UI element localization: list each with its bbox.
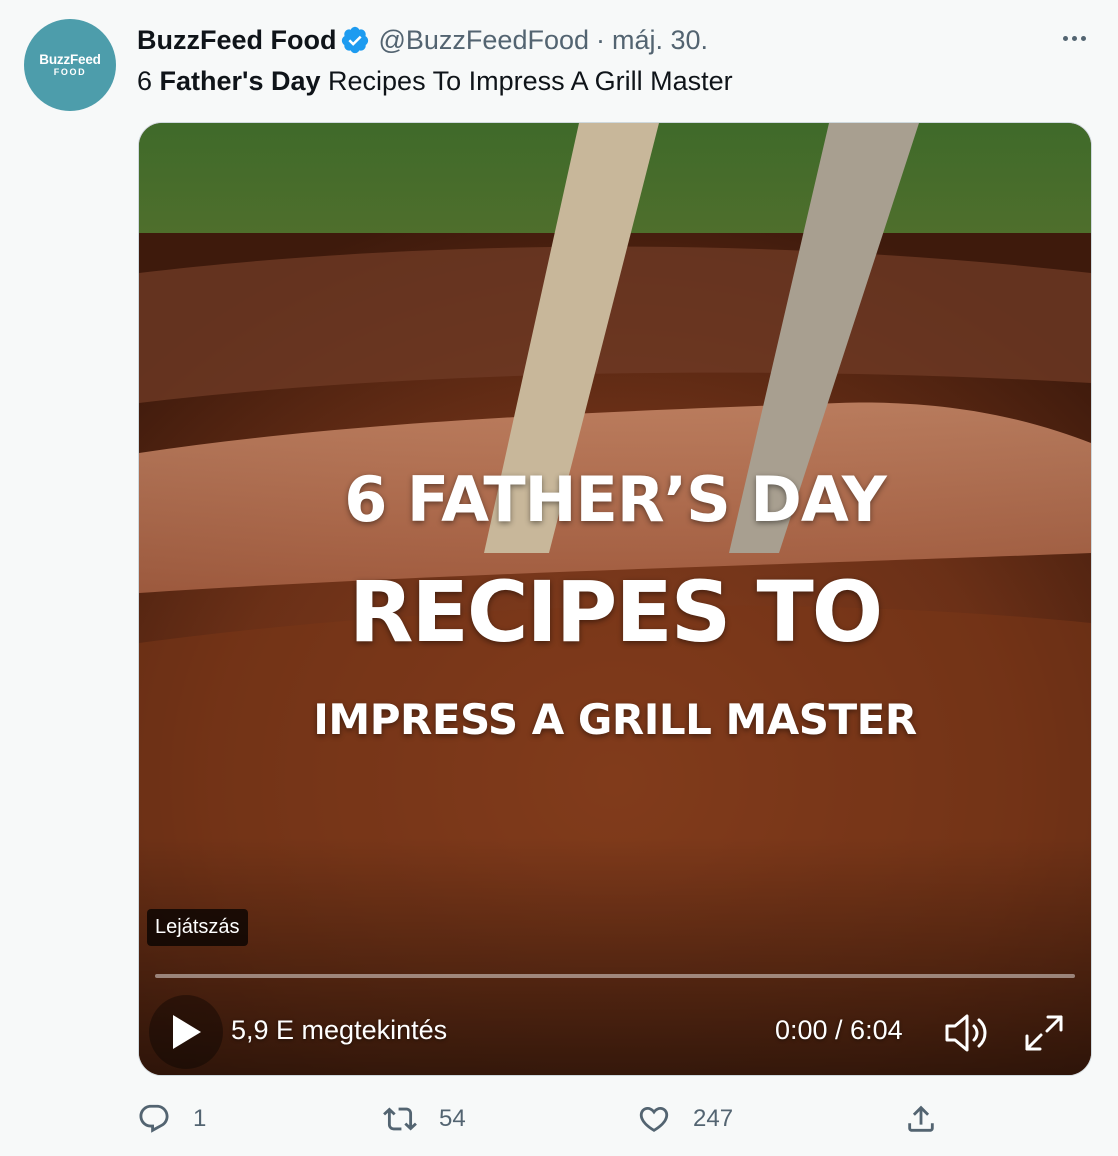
reply-count: 1 (193, 1105, 207, 1132)
avatar[interactable]: BuzzFeed FOOD (24, 19, 116, 111)
avatar-brand: BuzzFeed (39, 51, 101, 67)
retweet-icon (383, 1107, 417, 1131)
tweet-text: 6 Father's Day Recipes To Impress A Gril… (137, 62, 733, 100)
verified-badge-icon (342, 26, 369, 54)
play-button[interactable] (149, 995, 223, 1069)
play-tooltip: Lejátszás (147, 909, 248, 946)
tweet-header: BuzzFeed Food @BuzzFeedFood · máj. 30. (137, 22, 708, 58)
heart-icon (639, 1106, 669, 1132)
share-button[interactable] (904, 1096, 938, 1142)
avatar-sub: FOOD (53, 66, 87, 77)
overlay-title-line2: RECIPES TO (348, 563, 883, 661)
reply-button[interactable]: 1 (137, 1096, 206, 1142)
video-player[interactable]: 6 FATHER’S DAY RECIPES TO IMPRESS A GRIL… (138, 122, 1092, 1076)
view-count: 5,9 E megtekintés (231, 1015, 448, 1045)
more-icon[interactable] (1052, 18, 1096, 58)
like-button[interactable]: 247 (637, 1096, 733, 1142)
display-name[interactable]: BuzzFeed Food (137, 25, 336, 56)
time-display: 0:00 / 6:04 (775, 1015, 903, 1045)
more-dot (1080, 35, 1086, 41)
separator-dot: · (596, 24, 605, 55)
tweet-actions: 1 54 247 (0, 1096, 1118, 1142)
reply-icon (139, 1104, 169, 1133)
volume-icon[interactable] (943, 1011, 991, 1055)
overlay-title-line1: 6 FATHER’S DAY (344, 463, 887, 536)
progress-bar[interactable] (155, 974, 1075, 978)
more-dot (1062, 35, 1068, 41)
more-dot (1071, 35, 1077, 41)
like-count: 247 (693, 1105, 734, 1132)
retweet-count: 54 (439, 1105, 466, 1132)
tweet-text-suffix: Recipes To Impress A Grill Master (320, 66, 733, 96)
fullscreen-icon[interactable] (1021, 1011, 1067, 1055)
handle[interactable]: @BuzzFeedFood (378, 25, 589, 56)
overlay-title-line3: IMPRESS A GRILL MASTER (313, 695, 917, 744)
share-icon (908, 1105, 934, 1132)
tweet-text-bold: Father's Day (159, 66, 321, 96)
retweet-button[interactable]: 54 (383, 1096, 466, 1142)
tweet-date[interactable]: máj. 30. (612, 25, 708, 56)
tweet-text-prefix: 6 (137, 66, 160, 96)
play-icon (173, 1015, 201, 1049)
